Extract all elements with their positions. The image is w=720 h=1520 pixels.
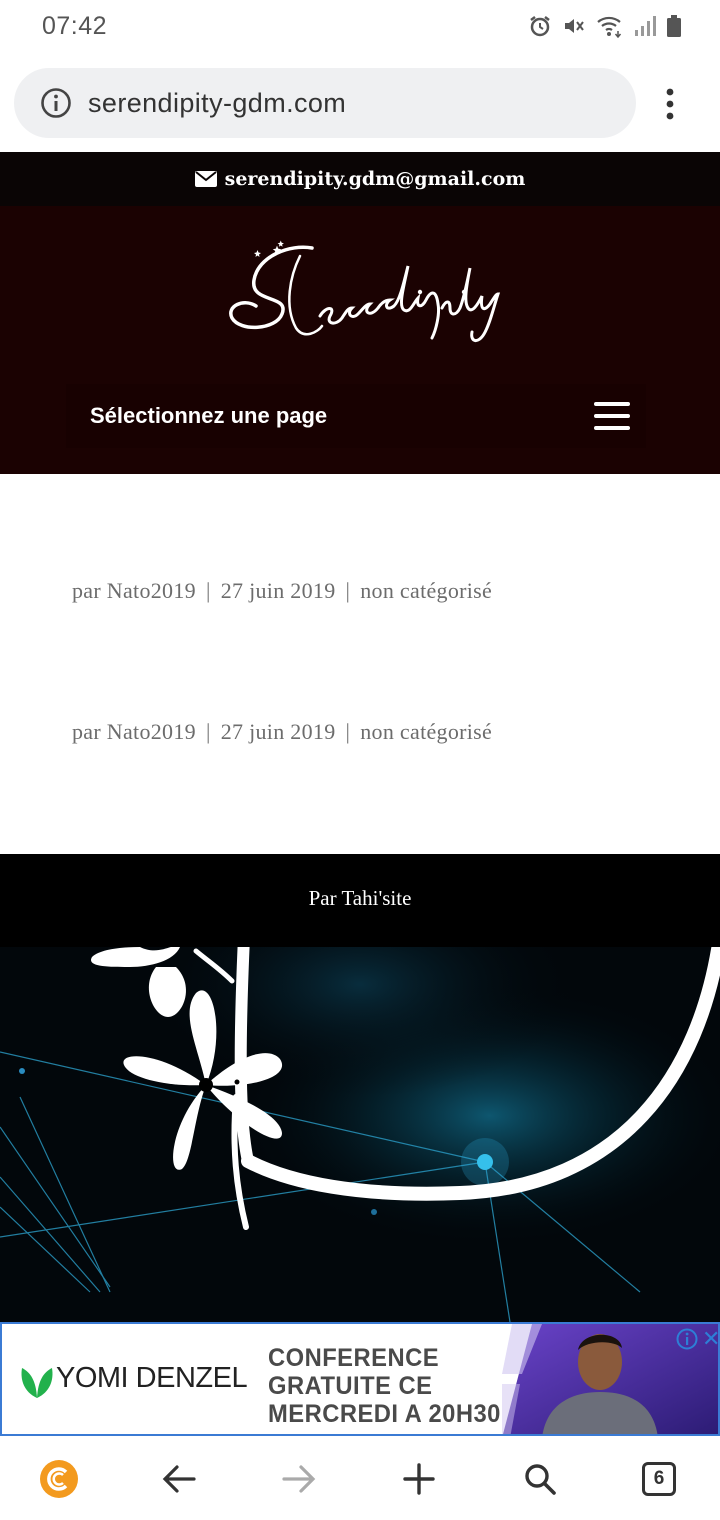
separator: | (205, 719, 211, 744)
plus-icon (403, 1463, 435, 1495)
ad-close-icon[interactable]: ✕ (702, 1328, 718, 1350)
leaf-logo-icon (21, 1368, 53, 1398)
mute-icon (565, 19, 584, 33)
page-selector[interactable]: Sélectionnez une page (66, 384, 646, 448)
status-bar: 07:42 (0, 0, 720, 56)
decorative-banner-image (0, 947, 720, 1322)
browser-home-button[interactable] (38, 1458, 80, 1500)
ad-info-icon[interactable] (676, 1328, 698, 1350)
site-info-icon[interactable] (40, 87, 72, 119)
forward-button[interactable] (278, 1458, 320, 1500)
browser-logo-icon (40, 1460, 78, 1498)
post-date: 27 juin 2019 (220, 578, 336, 603)
status-icons (528, 14, 682, 38)
more-options-icon[interactable] (655, 86, 685, 122)
post-date: 27 juin 2019 (220, 719, 336, 744)
ad-brand: YOMI DENZEL (56, 1362, 248, 1394)
separator: | (345, 719, 351, 744)
status-time: 07:42 (42, 12, 108, 40)
ad-headline-line-2: GRATUITE CE (268, 1372, 433, 1400)
post-author[interactable]: par Nato2019 (72, 719, 196, 744)
arrow-right-icon (282, 1465, 316, 1493)
post-category[interactable]: non catégorisé (360, 719, 492, 744)
separator: | (205, 578, 211, 603)
tabs-button[interactable]: 6 (638, 1458, 680, 1500)
site-logo[interactable] (220, 236, 510, 356)
contact-email[interactable]: serendipity.gdm@gmail.com (225, 168, 526, 190)
url-text[interactable]: serendipity-gdm.com (88, 88, 346, 119)
arrow-left-icon (162, 1465, 196, 1493)
post-meta: par Nato2019 | 27 juin 2019 | non catégorisé (72, 719, 492, 745)
alarm-icon (530, 16, 550, 37)
post-author[interactable]: par Nato2019 (72, 578, 196, 603)
separator: | (345, 578, 351, 603)
tab-count: 6 (653, 1468, 665, 1489)
page-selector-label[interactable]: Sélectionnez une page (90, 403, 327, 429)
back-button[interactable] (158, 1458, 200, 1500)
site-header: Sélectionnez une page (0, 206, 720, 474)
post-category[interactable]: non catégorisé (360, 578, 492, 603)
signal-icon (635, 16, 656, 36)
battery-icon (667, 15, 681, 37)
site-footer: Par Tahi'site (0, 854, 720, 947)
contact-bar: serendipity.gdm@gmail.com (0, 152, 720, 206)
tab-count-icon: 6 (642, 1462, 676, 1496)
ad-headline-line-1: CONFERENCE (268, 1344, 440, 1372)
ad-headline-line-3: MERCREDI A 20H30 (268, 1400, 501, 1428)
browser-bottom-toolbar: 6 (0, 1436, 720, 1520)
hamburger-menu-icon[interactable] (592, 400, 632, 432)
new-tab-button[interactable] (398, 1458, 440, 1500)
search-icon (525, 1464, 556, 1495)
ad-banner[interactable]: YOMI DENZEL CONFERENCE GRATUITE CE MERCR… (0, 1322, 720, 1436)
address-bar[interactable]: serendipity-gdm.com (14, 68, 636, 138)
search-button[interactable] (519, 1458, 561, 1500)
wifi-icon (597, 16, 622, 38)
footer-credit: Par Tahi'site (308, 886, 412, 910)
post-meta: par Nato2019 | 27 juin 2019 | non catégorisé (72, 578, 492, 604)
envelope-icon (194, 171, 217, 187)
